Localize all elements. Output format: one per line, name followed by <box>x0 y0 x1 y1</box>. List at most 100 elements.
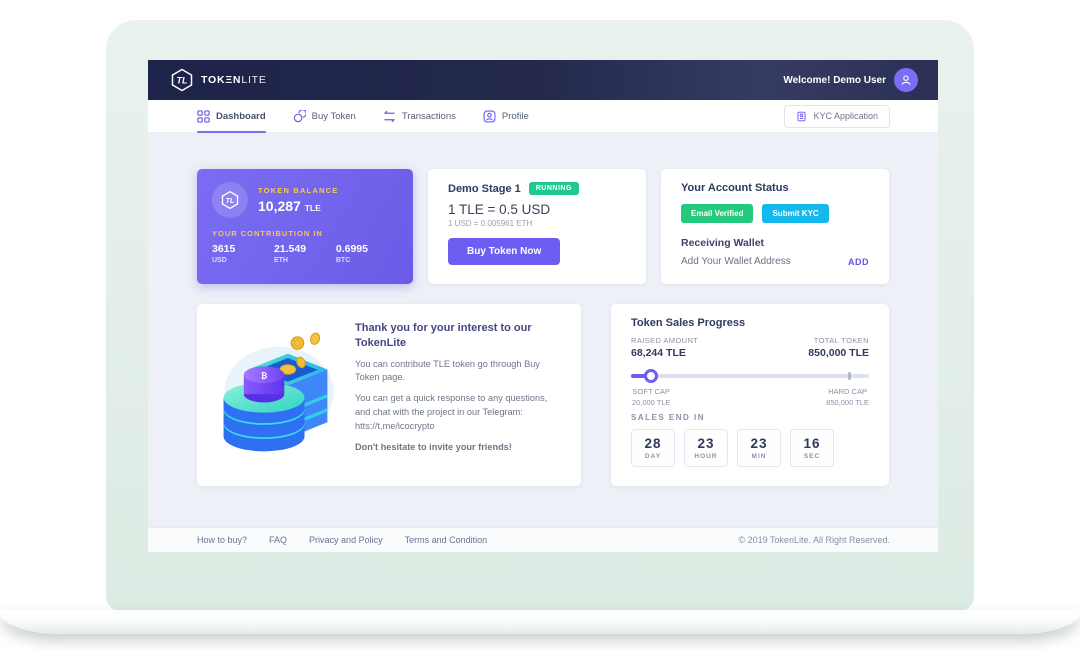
user-avatar[interactable] <box>894 68 918 92</box>
total-token-stat: TOTAL TOKEN 850,000 TLE <box>808 336 869 359</box>
buy-token-now-button[interactable]: Buy Token Now <box>448 238 560 265</box>
hardcap-title: HARD CAP <box>826 387 869 398</box>
nav-item-profile[interactable]: Profile <box>483 100 529 132</box>
copyright-text: © 2019 TokenLite. All Right Reserved. <box>738 535 890 545</box>
countdown-unit: SEC <box>804 453 820 460</box>
balance-unit: TLE <box>305 203 321 213</box>
app-header: TL TOKΞNLITE Welcome! Demo User <box>148 60 938 100</box>
swap-arrows-icon <box>383 110 396 123</box>
logo-mark: TL <box>177 76 188 86</box>
contribution-currency: BTC <box>336 257 398 264</box>
dashboard-screen: TL TOKΞNLITE Welcome! Demo User Dashboar… <box>148 60 938 552</box>
token-balance-card: TL TOKEN BALANCE 10,287 TLE YOUR CONTRIB… <box>197 169 413 284</box>
profile-icon <box>483 110 496 123</box>
progress-track <box>631 374 869 378</box>
countdown-value: 23 <box>697 436 714 451</box>
countdown-minutes: 23 MIN <box>737 429 781 467</box>
dashboard-icon <box>197 110 210 123</box>
coins-illustration: ₿ <box>213 321 345 469</box>
nav-item-transactions[interactable]: Transactions <box>383 100 456 132</box>
nav-item-buy-token[interactable]: Buy Token <box>293 100 356 132</box>
contribution-value: 0.6995 <box>336 243 398 255</box>
add-wallet-link[interactable]: ADD <box>848 257 869 267</box>
token-sub-rate: 1 USD = 0.005961 ETH <box>448 219 626 228</box>
welcome-message-card: ₿ Thank you for your interest to our Tok… <box>197 304 581 486</box>
countdown-seconds: 16 SEC <box>790 429 834 467</box>
brand-name: TOKΞNLITE <box>201 74 267 86</box>
countdown-hours: 23 HOUR <box>684 429 728 467</box>
logo-mark: TL <box>226 197 235 205</box>
main-nav: Dashboard Buy Token Transactions Profile <box>148 100 938 133</box>
contribution-value: 3615 <box>212 243 274 255</box>
balance-label: TOKEN BALANCE <box>258 186 338 195</box>
kyc-application-button[interactable]: KYC Application <box>784 105 890 128</box>
user-icon <box>899 73 913 87</box>
contribution-usd: 3615 USD <box>212 243 274 264</box>
contribution-currency: USD <box>212 257 274 264</box>
balance-amount: 10,287 TLE <box>258 198 338 214</box>
token-rate: 1 TLE = 0.5 USD <box>448 202 626 217</box>
nav-label: Dashboard <box>216 111 266 122</box>
softcap-title: SOFT CAP <box>632 387 671 398</box>
hardcap-value: 850,000 TLE <box>826 398 869 409</box>
nav-label: Profile <box>502 111 529 122</box>
balance-value: 10,287 <box>258 198 301 214</box>
progress-knob[interactable] <box>644 369 658 383</box>
softcap-value: 20,000 TLE <box>632 398 671 409</box>
contribution-value: 21.549 <box>274 243 336 255</box>
kyc-button-label: KYC Application <box>813 111 878 121</box>
btc-symbol: ₿ <box>261 371 268 380</box>
passport-icon <box>796 111 807 122</box>
thanks-title: Thank you for your interest to our Token… <box>355 321 565 351</box>
receiving-wallet-title: Receiving Wallet <box>681 237 869 249</box>
countdown-unit: MIN <box>752 453 767 460</box>
footer-link-faq[interactable]: FAQ <box>269 535 287 545</box>
laptop-base <box>0 610 1080 634</box>
content-area: TL TOKEN BALANCE 10,287 TLE YOUR CONTRIB… <box>148 133 938 527</box>
email-verified-badge[interactable]: Email Verified <box>681 204 753 223</box>
raised-amount-stat: RAISED AMOUNT 68,244 TLE <box>631 336 698 359</box>
hexagon-logo-icon: TL <box>220 190 240 210</box>
token-sales-progress-card: Token Sales Progress RAISED AMOUNT 68,24… <box>611 304 889 486</box>
footer-link-terms[interactable]: Terms and Condition <box>405 535 488 545</box>
stage-title: Demo Stage 1 <box>448 183 521 195</box>
countdown-value: 23 <box>750 436 767 451</box>
hexagon-logo-icon: TL <box>170 68 194 92</box>
footer-link-how-to-buy[interactable]: How to buy? <box>197 535 247 545</box>
progress-title: Token Sales Progress <box>631 317 869 329</box>
sales-end-label: SALES END IN <box>631 413 869 422</box>
nav-label: Transactions <box>402 111 456 122</box>
contribution-btc: 0.6995 BTC <box>336 243 398 264</box>
wallet-address-hint: Add Your Wallet Address <box>681 256 848 267</box>
nav-item-dashboard[interactable]: Dashboard <box>197 100 266 132</box>
raised-label: RAISED AMOUNT <box>631 336 698 345</box>
footer-link-privacy[interactable]: Privacy and Policy <box>309 535 383 545</box>
account-status-title: Your Account Status <box>681 182 869 194</box>
hardcap-label: HARD CAP 850,000 TLE <box>826 387 869 409</box>
submit-kyc-badge[interactable]: Submit KYC <box>762 204 828 223</box>
countdown: 28 DAY 23 HOUR 23 MIN 16 SEC <box>631 429 869 467</box>
countdown-unit: DAY <box>645 453 661 460</box>
token-logo-badge: TL <box>212 182 248 218</box>
raised-value: 68,244 TLE <box>631 347 698 359</box>
contribution-eth: 21.549 ETH <box>274 243 336 264</box>
brand-name-bold: TOKΞN <box>201 74 241 86</box>
welcome-text: Welcome! Demo User <box>783 75 886 86</box>
hardcap-tick <box>848 372 851 380</box>
countdown-value: 16 <box>803 436 820 451</box>
brand-name-light: LITE <box>241 74 266 86</box>
countdown-unit: HOUR <box>694 453 717 460</box>
thanks-paragraph-3: Don't hesitate to invite your friends! <box>355 441 565 455</box>
account-status-card: Your Account Status Email Verified Submi… <box>661 169 889 284</box>
contribution-currency: ETH <box>274 257 336 264</box>
sales-progress-slider <box>631 369 869 383</box>
countdown-days: 28 DAY <box>631 429 675 467</box>
coin-icon <box>293 110 306 123</box>
thanks-paragraph-1: You can contribute TLE token go through … <box>355 358 565 386</box>
nav-label: Buy Token <box>312 111 356 122</box>
total-label: TOTAL TOKEN <box>808 336 869 345</box>
brand-logo[interactable]: TL TOKΞNLITE <box>170 68 267 92</box>
total-value: 850,000 TLE <box>808 347 869 359</box>
contribution-label: YOUR CONTRIBUTION IN <box>212 229 398 238</box>
softcap-label: SOFT CAP 20,000 TLE <box>632 387 671 409</box>
